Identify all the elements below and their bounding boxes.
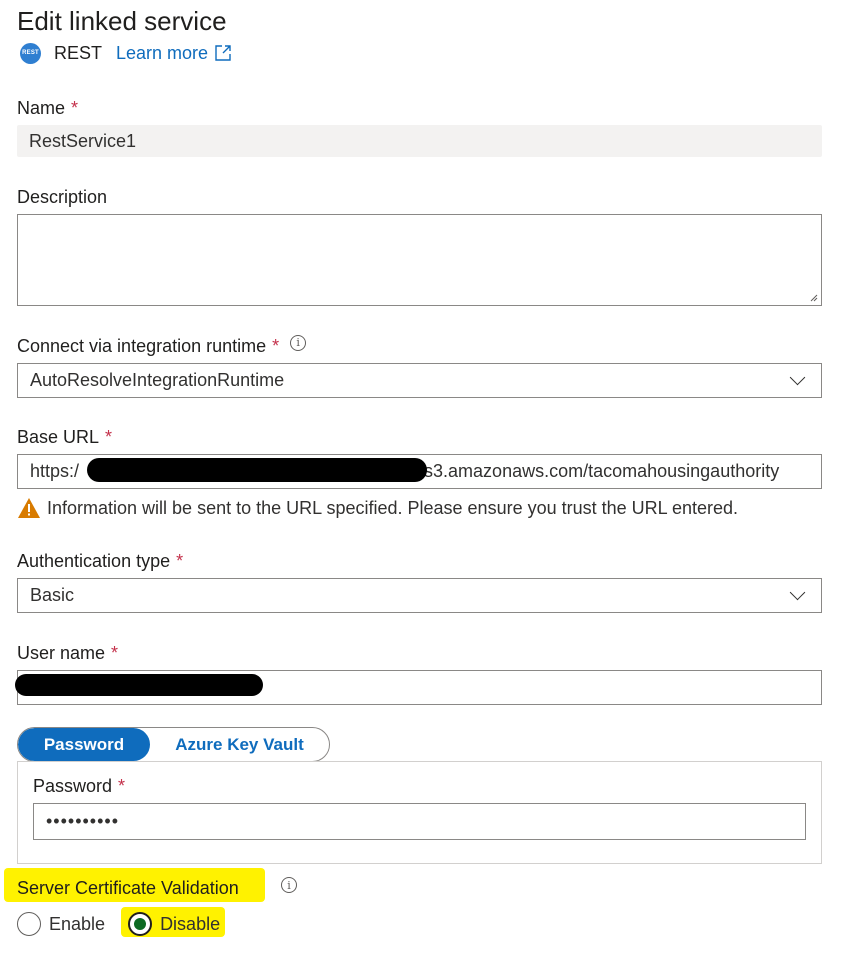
page-title: Edit linked service [17,6,227,36]
connector-label: REST [54,42,103,63]
runtime-label: Connect via integration runtime * i [17,334,307,358]
radio-disable[interactable] [128,912,153,936]
auth-value: Basic [30,585,75,605]
chevron-down-icon [789,584,806,601]
radio-enable-label[interactable]: Enable [49,914,105,935]
radio-enable[interactable] [17,912,41,936]
name-label-text: Name [17,98,66,118]
redaction-mark [15,674,263,696]
name-value: RestService1 [29,130,137,151]
radio-selected-dot [134,918,147,930]
runtime-label-text: Connect via integration runtime [17,336,267,356]
required-marker: * [118,776,126,796]
chevron-down-icon [789,369,806,386]
description-textarea[interactable] [17,214,822,306]
base-url-label-text: Base URL [17,427,100,447]
toggle-password[interactable]: Password [18,728,150,761]
password-label-text: Password [33,776,113,796]
required-marker: * [272,336,280,356]
password-input[interactable]: •••••••••• [33,803,806,840]
info-icon[interactable]: i [290,335,307,352]
radio-disable-label[interactable]: Disable [160,914,220,935]
info-icon[interactable]: i [281,877,297,893]
external-link-icon[interactable] [214,44,232,62]
base-url-label: Base URL * [17,425,112,449]
auth-label: Authentication type * [17,549,183,573]
auth-dropdown[interactable]: Basic [17,578,822,613]
required-marker: * [71,98,79,118]
credential-source-toggle: Password Azure Key Vault [17,727,330,762]
auth-label-text: Authentication type [17,551,171,571]
resize-grip-icon[interactable] [810,294,818,302]
url-warning: Information will be sent to the URL spec… [17,497,738,519]
warning-icon [18,498,40,518]
learn-more-link[interactable]: Learn more [116,43,208,64]
connector-row: REST REST Learn more [20,41,232,65]
base-url-suffix: .s3.amazonaws.com/tacomahousingauthority [419,461,780,481]
required-marker: * [111,643,119,663]
cert-validation-options: Enable Disable [17,912,220,936]
base-url-prefix: https:/ [30,461,80,481]
runtime-dropdown[interactable]: AutoResolveIntegrationRuntime [17,363,822,398]
required-marker: * [105,427,113,447]
toggle-azure-key-vault[interactable]: Azure Key Vault [150,728,329,761]
runtime-value: AutoResolveIntegrationRuntime [30,370,285,390]
name-label: Name * [17,96,78,120]
description-label: Description [17,187,108,207]
password-label: Password * [33,774,125,798]
cert-validation-label: Server Certificate Validation [17,878,239,898]
name-field[interactable]: RestService1 [17,125,822,157]
required-marker: * [176,551,184,571]
username-label-text: User name [17,643,106,663]
password-value: •••••••••• [46,811,120,831]
redaction-mark [87,458,427,482]
rest-connector-icon: REST [20,42,41,64]
username-label: User name * [17,641,118,665]
warning-text: Information will be sent to the URL spec… [47,497,739,518]
